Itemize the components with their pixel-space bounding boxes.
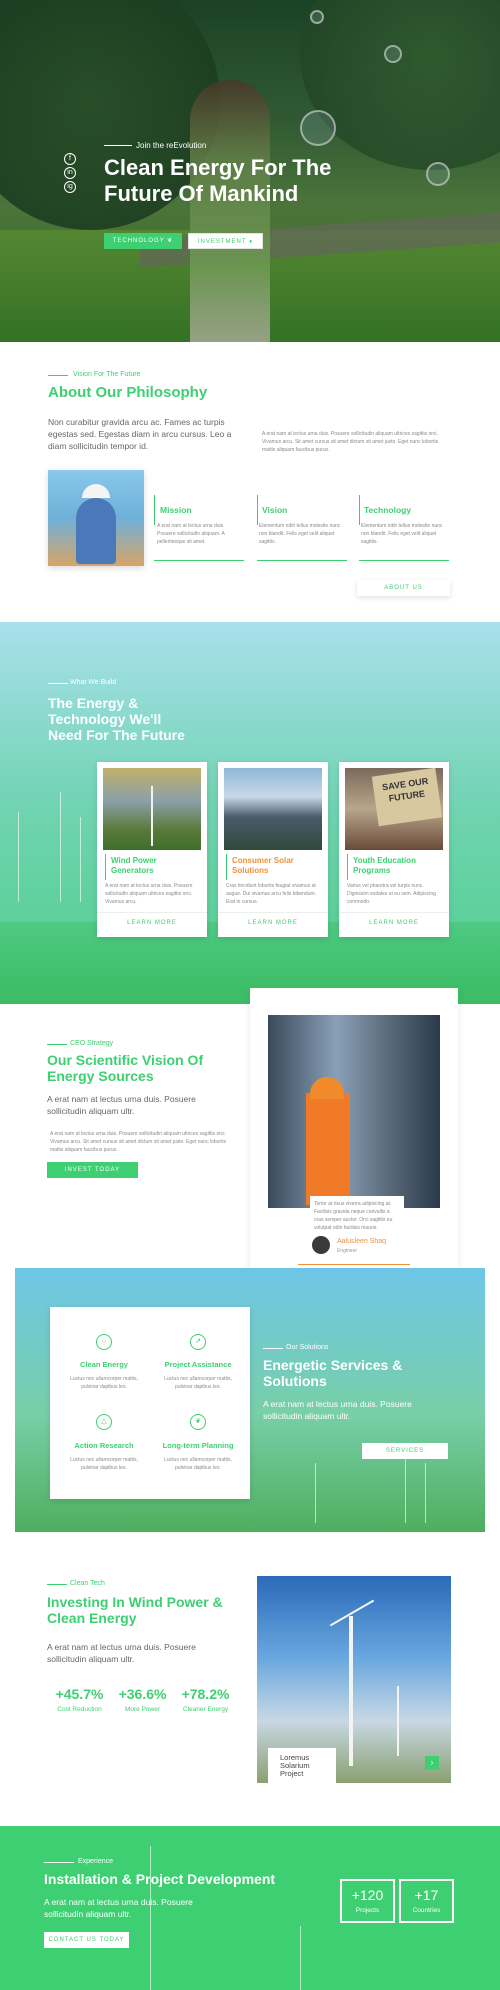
- wind-turbine-photo: [103, 768, 201, 850]
- stat-value: +120: [351, 1887, 384, 1903]
- mission-text: A erat nam at lectus urna duis. Posuere …: [157, 523, 225, 545]
- service-text: Luctus nec ullamcorper mattis, pulvinar …: [164, 1457, 232, 1471]
- bulb-icon: ○: [96, 1334, 112, 1350]
- service-text: Luctus nec ullamcorper mattis, pulvinar …: [164, 1376, 232, 1390]
- technology-text: Elementum nibh tellus molestie nunc non …: [361, 523, 443, 545]
- services-title-line1: Energetic Services &: [263, 1357, 403, 1373]
- stat-label: More Power: [124, 1706, 161, 1713]
- services-text: A erat nam at lectus urna duis. Posuere …: [263, 1399, 412, 1421]
- facebook-icon[interactable]: f: [64, 153, 76, 165]
- about-us-button[interactable]: ABOUT US: [357, 580, 450, 596]
- service-title: Clean Energy: [80, 1360, 128, 1369]
- install-kicker: Experience: [78, 1858, 114, 1865]
- invest-today-button[interactable]: INVEST TODAY: [47, 1162, 138, 1178]
- wind-title-line1: Investing In Wind Power &: [47, 1594, 223, 1610]
- service-title: Long-term Planning: [162, 1441, 234, 1450]
- engineer-quote: Tortor at risus viverra adipiscing at. F…: [310, 1196, 404, 1236]
- stat-value: +17: [414, 1887, 439, 1903]
- person-role: Engineer: [337, 1248, 358, 1254]
- wind-text: A erat nam at lectus urna duis. Posuere …: [47, 1642, 196, 1664]
- hero-kicker: Join the reEvolution: [136, 141, 207, 150]
- bulb-icon: ♦: [249, 239, 254, 245]
- service-title: Action Research: [74, 1441, 134, 1450]
- hero-title-line1: Clean Energy For The: [104, 155, 332, 180]
- project-label: Loremus Solarium Project: [268, 1748, 336, 1784]
- vision-text: A erat nam at lectus urna duis. Posuere …: [50, 1131, 227, 1153]
- solar-house-photo: [224, 768, 322, 850]
- card-text: Cras tincidunt lobortis feugiat vivamus …: [226, 883, 317, 905]
- install-title: Installation & Project Development: [44, 1871, 276, 1887]
- stat-box: +120 Projects: [340, 1879, 395, 1923]
- card-title: Consumer Solar Solutions: [232, 856, 294, 875]
- engineer-photo: [268, 1015, 440, 1208]
- protest-photo: SAVE OUR FUTURE: [345, 767, 443, 850]
- avatar: [312, 1236, 330, 1254]
- stat-label: Projects: [355, 1907, 380, 1914]
- learn-more-link[interactable]: LEARN MORE: [339, 920, 449, 926]
- build-title-line2: Technology We'll: [48, 711, 162, 727]
- stat-label: Cleaner Energy: [182, 1706, 229, 1713]
- learn-more-link[interactable]: LEARN MORE: [97, 920, 207, 926]
- vision-title: Vision: [262, 505, 288, 515]
- card-text: A erat nam at lectus urna duis. Posuere …: [105, 883, 193, 905]
- card-title: Wind Power Generators: [111, 856, 157, 875]
- linkedin-icon[interactable]: in: [64, 167, 76, 179]
- service-card: Wind Power Generators A erat nam at lect…: [97, 762, 207, 937]
- vision-kicker: CEO Strategy: [70, 1040, 114, 1047]
- wind-kicker: Clean Tech: [70, 1580, 105, 1587]
- stat-label: Countries: [412, 1907, 441, 1914]
- stat-box: +17 Countries: [399, 1879, 454, 1923]
- service-text: Luctus nec ullamcorper mattis, pulvinar …: [70, 1457, 138, 1471]
- build-title-line3: Need For The Future: [48, 727, 185, 743]
- save-our-future-sign: SAVE OUR FUTURE: [371, 767, 443, 827]
- stat-label: Cost Reduction: [57, 1706, 102, 1713]
- services-button[interactable]: SERVICES: [362, 1443, 448, 1459]
- leaf-icon: ❦: [190, 1414, 206, 1430]
- instagram-icon[interactable]: ig: [64, 181, 76, 193]
- services-kicker: Our Solutions: [286, 1344, 329, 1351]
- vision-title-line2: Energy Sources: [47, 1068, 154, 1084]
- vision-title-line1: Our Scientific Vision Of: [47, 1052, 204, 1068]
- philosophy-kicker: Vision For The Future: [73, 371, 141, 378]
- install-text: A erat nam at lectus urna duis. Posuere …: [44, 1897, 193, 1919]
- wind-title-line2: Clean Energy: [47, 1610, 137, 1626]
- chart-icon: ↗: [190, 1334, 206, 1350]
- contact-us-button[interactable]: CONTACT US TODAY: [44, 1932, 129, 1948]
- stat-value: +45.7%: [55, 1686, 104, 1702]
- leaf-icon: ❦: [167, 238, 174, 244]
- service-text: Luctus nec ullamcorper mattis, pulvinar …: [70, 1376, 138, 1390]
- card-text: Varius vel pharetra vel turpis nunc. Dig…: [347, 883, 436, 905]
- flask-icon: △: [96, 1414, 112, 1430]
- philosophy-side-text: A erat nam at lectus urna duis. Posuere …: [262, 431, 439, 453]
- technology-title: Technology: [364, 505, 412, 515]
- learn-more-link[interactable]: LEARN MORE: [218, 920, 328, 926]
- service-card: SAVE OUR FUTURE Youth Education Programs…: [339, 762, 449, 937]
- mission-title: Mission: [160, 505, 192, 515]
- build-kicker: What We Build: [70, 679, 117, 686]
- arrow-right-icon[interactable]: ›: [425, 1756, 439, 1770]
- technology-button[interactable]: TECHNOLOGY ❦: [104, 233, 182, 249]
- card-title: Youth Education Programs: [353, 856, 416, 875]
- stat-value: +78.2%: [181, 1686, 230, 1702]
- hero-title-line2: Future Of Mankind: [104, 181, 299, 206]
- investment-button[interactable]: INVESTMENT ♦: [188, 233, 263, 249]
- vision-text: Elementum nibh tellus molestie nunc non …: [259, 523, 341, 545]
- hero-section: f in ig Join the reEvolution Clean Energ…: [0, 0, 500, 342]
- build-title-line1: The Energy &: [48, 695, 139, 711]
- stat-value: +36.6%: [118, 1686, 167, 1702]
- service-title: Project Assistance: [164, 1360, 232, 1369]
- services-title-line2: Solutions: [263, 1373, 327, 1389]
- workers-photo: [48, 470, 144, 566]
- person-name: Aalusleen Shaq: [337, 1238, 387, 1245]
- vision-intro: A erat nam at lectus urna duis. Posuere …: [47, 1094, 196, 1116]
- philosophy-intro: Non curabitur gravida arcu ac. Fames ac …: [48, 417, 232, 451]
- philosophy-title: About Our Philosophy: [48, 384, 208, 401]
- service-card: Consumer Solar Solutions Cras tincidunt …: [218, 762, 328, 937]
